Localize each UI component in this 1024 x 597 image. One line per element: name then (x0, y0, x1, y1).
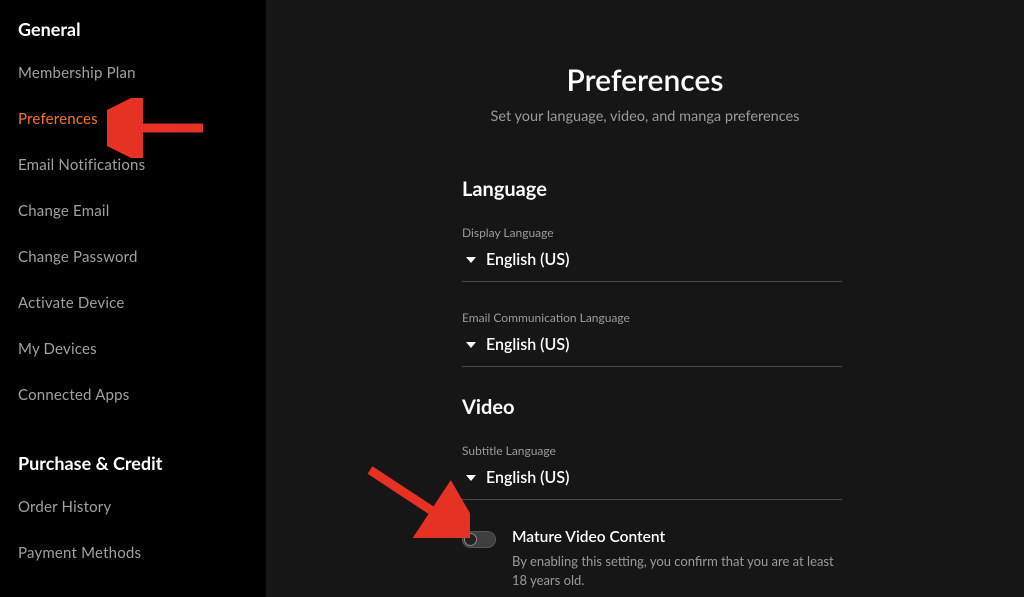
sidebar-heading-purchase-credit: Purchase & Credit (18, 452, 266, 474)
sidebar-item-payment-methods[interactable]: Payment Methods (18, 544, 266, 562)
sidebar-item-change-password[interactable]: Change Password (18, 248, 266, 266)
settings-sidebar: General Membership Plan Preferences Emai… (0, 0, 266, 597)
email-language-value: English (US) (486, 335, 569, 354)
display-language-value: English (US) (486, 250, 569, 269)
toggle-knob-icon (464, 533, 477, 546)
mature-content-description: By enabling this setting, you confirm th… (512, 552, 842, 590)
display-language-field[interactable]: Display Language English (US) (462, 225, 842, 282)
page-title: Preferences (336, 62, 954, 98)
page-subtitle: Set your language, video, and manga pref… (336, 108, 954, 125)
sidebar-item-order-history[interactable]: Order History (18, 498, 266, 516)
subtitle-language-value: English (US) (486, 468, 569, 487)
section-title-language: Language (462, 177, 842, 201)
sidebar-item-activate-device[interactable]: Activate Device (18, 294, 266, 312)
sidebar-heading-general: General (18, 18, 266, 40)
preferences-panel: Preferences Set your language, video, an… (266, 0, 1024, 597)
subtitle-language-label: Subtitle Language (462, 443, 842, 458)
sidebar-item-connected-apps[interactable]: Connected Apps (18, 386, 266, 404)
mature-content-setting: Mature Video Content By enabling this se… (462, 528, 842, 590)
email-language-field[interactable]: Email Communication Language English (US… (462, 310, 842, 367)
sidebar-item-my-devices[interactable]: My Devices (18, 340, 266, 358)
email-language-label: Email Communication Language (462, 310, 842, 325)
mature-content-title: Mature Video Content (512, 528, 842, 546)
caret-down-icon (466, 475, 476, 481)
annotation-arrow-icon (360, 458, 470, 538)
mature-content-toggle[interactable] (462, 531, 496, 548)
sidebar-item-membership-plan[interactable]: Membership Plan (18, 64, 266, 82)
section-title-video: Video (462, 395, 842, 419)
sidebar-item-change-email[interactable]: Change Email (18, 202, 266, 220)
sidebar-item-preferences[interactable]: Preferences (18, 110, 266, 128)
sidebar-item-email-notifications[interactable]: Email Notifications (18, 156, 266, 174)
subtitle-language-field[interactable]: Subtitle Language English (US) (462, 443, 842, 500)
caret-down-icon (466, 257, 476, 263)
caret-down-icon (466, 342, 476, 348)
display-language-label: Display Language (462, 225, 842, 240)
